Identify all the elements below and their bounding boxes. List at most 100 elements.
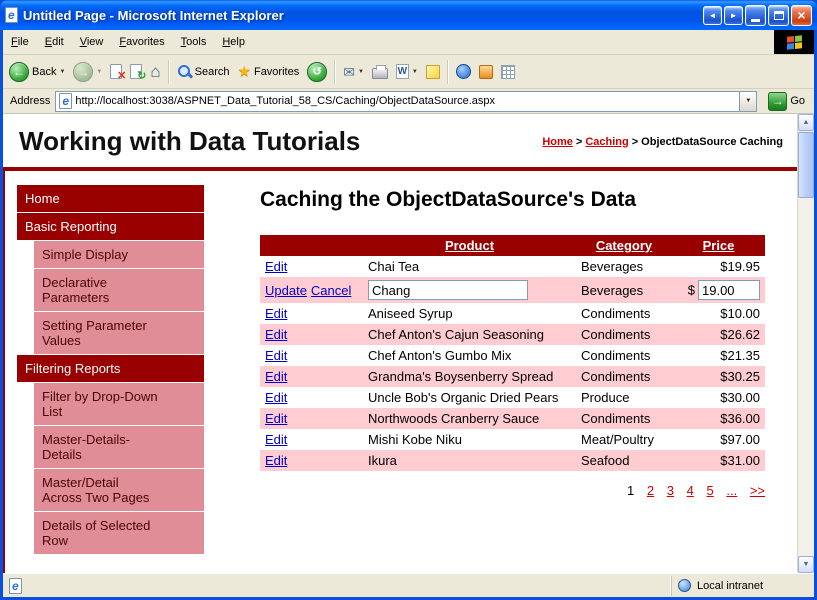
messenger-icon	[456, 64, 471, 79]
table-row: Edit Ikura Seafood $31.00	[260, 450, 765, 471]
category-cell: Meat/Poultry	[576, 429, 672, 450]
sidebar-item-master-detail-across-two-pages[interactable]: Master/Detail Across Two Pages	[34, 469, 204, 512]
title-bar[interactable]: e Untitled Page - Microsoft Internet Exp…	[0, 0, 817, 30]
sort-category-link[interactable]: Category	[596, 238, 652, 253]
price-cell: $97.00	[672, 429, 765, 450]
scrollbar-thumb[interactable]	[798, 132, 814, 198]
table-row: Edit Chai Tea Beverages $19.95	[260, 256, 765, 277]
pager-page-link[interactable]: 2	[647, 483, 654, 498]
product-cell: Ikura	[363, 450, 576, 471]
scrollbar-up-button[interactable]: ▲	[798, 114, 814, 131]
status-bar: e Local intranet	[3, 573, 814, 597]
back-button[interactable]: ← Back ▼	[5, 57, 69, 87]
edit-link[interactable]: Edit	[265, 306, 287, 321]
toolbar-separator	[447, 60, 449, 84]
product-name-input[interactable]	[368, 280, 528, 300]
category-cell: Condiments	[576, 303, 672, 324]
maximize-button[interactable]	[768, 5, 789, 26]
toolbar-separator	[334, 60, 336, 84]
sidebar-item-declarative-parameters[interactable]: Declarative Parameters	[34, 269, 204, 312]
status-page-icon: e	[9, 578, 22, 594]
product-cell: Mishi Kobe Niku	[363, 429, 576, 450]
product-cell: Uncle Bob's Organic Dried Pears	[363, 387, 576, 408]
page-title: Caching the ObjectDataSource's Data	[260, 187, 650, 213]
pager-ellipsis-link[interactable]: ...	[726, 483, 737, 498]
pager-page-link[interactable]: 5	[706, 483, 713, 498]
refresh-icon: ↻	[130, 64, 142, 79]
category-cell: Produce	[576, 387, 672, 408]
category-cell: Beverages	[576, 256, 672, 277]
sort-product-link[interactable]: Product	[445, 238, 494, 253]
messenger-button[interactable]	[452, 57, 475, 87]
price-cell: $30.25	[672, 366, 765, 387]
edit-link[interactable]: Edit	[265, 369, 287, 384]
home-button[interactable]: ⌂	[146, 57, 164, 87]
sidebar-item-details-of-selected-row[interactable]: Details of Selected Row	[34, 512, 204, 555]
price-cell: $19.95	[672, 256, 765, 277]
print-button[interactable]	[368, 57, 392, 87]
back-dropdown-icon[interactable]: ▼	[59, 69, 65, 75]
refresh-button[interactable]: ↻	[126, 57, 146, 87]
menu-file[interactable]: File	[3, 30, 37, 54]
maximize-icon	[774, 11, 784, 20]
status-main-panel: e	[6, 576, 671, 596]
price-cell: $10.00	[672, 303, 765, 324]
vertical-scrollbar[interactable]: ▲ ▼	[797, 114, 814, 573]
products-grid: Product Category Price Edit Chai Tea Bev…	[260, 235, 765, 471]
breadcrumb-home-link[interactable]: Home	[542, 136, 573, 148]
scrollbar-down-button[interactable]: ▼	[798, 556, 814, 573]
pager-page-link[interactable]: 4	[687, 483, 694, 498]
breadcrumb-caching-link[interactable]: Caching	[585, 136, 628, 148]
sidebar-item-filter-by-drop-down-list[interactable]: Filter by Drop-Down List	[34, 383, 204, 426]
pager-last-link[interactable]: >>	[750, 483, 765, 498]
research-button[interactable]	[475, 57, 497, 87]
stop-button[interactable]: ✕	[106, 57, 126, 87]
favorites-button[interactable]: ★ Favorites	[234, 57, 304, 87]
pager-page-link[interactable]: 3	[667, 483, 674, 498]
menu-edit[interactable]: Edit	[37, 30, 72, 54]
address-dropdown-button[interactable]: ▼	[739, 92, 756, 111]
edit-in-word-button[interactable]: W ▼	[392, 57, 422, 87]
sidebar-section-basic-reporting[interactable]: Basic Reporting	[17, 213, 204, 241]
history-button[interactable]: ↺	[303, 57, 331, 87]
mail-button[interactable]: ✉ ▼	[339, 57, 368, 87]
minimize-button[interactable]	[745, 5, 766, 26]
sidebar-item-setting-parameter-values[interactable]: Setting Parameter Values	[34, 312, 204, 355]
edit-link[interactable]: Edit	[265, 259, 287, 274]
category-cell: Condiments	[576, 324, 672, 345]
edit-link[interactable]: Edit	[265, 327, 287, 342]
sort-price-link[interactable]: Price	[703, 238, 735, 253]
price-cell: $30.00	[672, 387, 765, 408]
menu-favorites[interactable]: Favorites	[111, 30, 172, 54]
address-bar: Address e http://localhost:3038/ASPNET_D…	[3, 89, 814, 114]
edit-link[interactable]: Edit	[265, 453, 287, 468]
go-button[interactable]: → Go	[762, 92, 811, 111]
edit-link[interactable]: Edit	[265, 348, 287, 363]
forward-button[interactable]: → ▼	[69, 57, 106, 87]
mail-dropdown-icon: ▼	[358, 69, 364, 75]
update-link[interactable]: Update	[265, 283, 307, 298]
title-nav-back-button[interactable]: ◄	[703, 6, 722, 25]
scrollbar-track[interactable]	[798, 199, 814, 556]
sidebar-item-simple-display[interactable]: Simple Display	[34, 241, 204, 269]
sidebar-item-master-details-details[interactable]: Master-Details-Details	[34, 426, 204, 469]
title-nav-forward-button[interactable]: ►	[724, 6, 743, 25]
menu-view[interactable]: View	[72, 30, 112, 54]
address-input[interactable]: e http://localhost:3038/ASPNET_Data_Tuto…	[55, 91, 757, 112]
notes-button[interactable]	[422, 57, 444, 87]
price-input[interactable]	[698, 280, 760, 300]
sidebar-item-home[interactable]: Home	[17, 185, 204, 213]
edit-link[interactable]: Edit	[265, 390, 287, 405]
menu-tools[interactable]: Tools	[173, 30, 215, 54]
minimize-icon	[751, 19, 760, 22]
edit-link[interactable]: Edit	[265, 432, 287, 447]
close-button[interactable]: ×	[791, 5, 812, 26]
sidebar-section-filtering-reports[interactable]: Filtering Reports	[17, 355, 204, 383]
cancel-link[interactable]: Cancel	[311, 283, 351, 298]
search-button[interactable]: Search	[173, 57, 234, 87]
menu-help[interactable]: Help	[214, 30, 253, 54]
grid-tool-button[interactable]	[497, 57, 519, 87]
breadcrumb: Home>Caching>ObjectDataSource Caching	[542, 136, 783, 148]
forward-dropdown-icon: ▼	[96, 69, 102, 75]
edit-link[interactable]: Edit	[265, 411, 287, 426]
